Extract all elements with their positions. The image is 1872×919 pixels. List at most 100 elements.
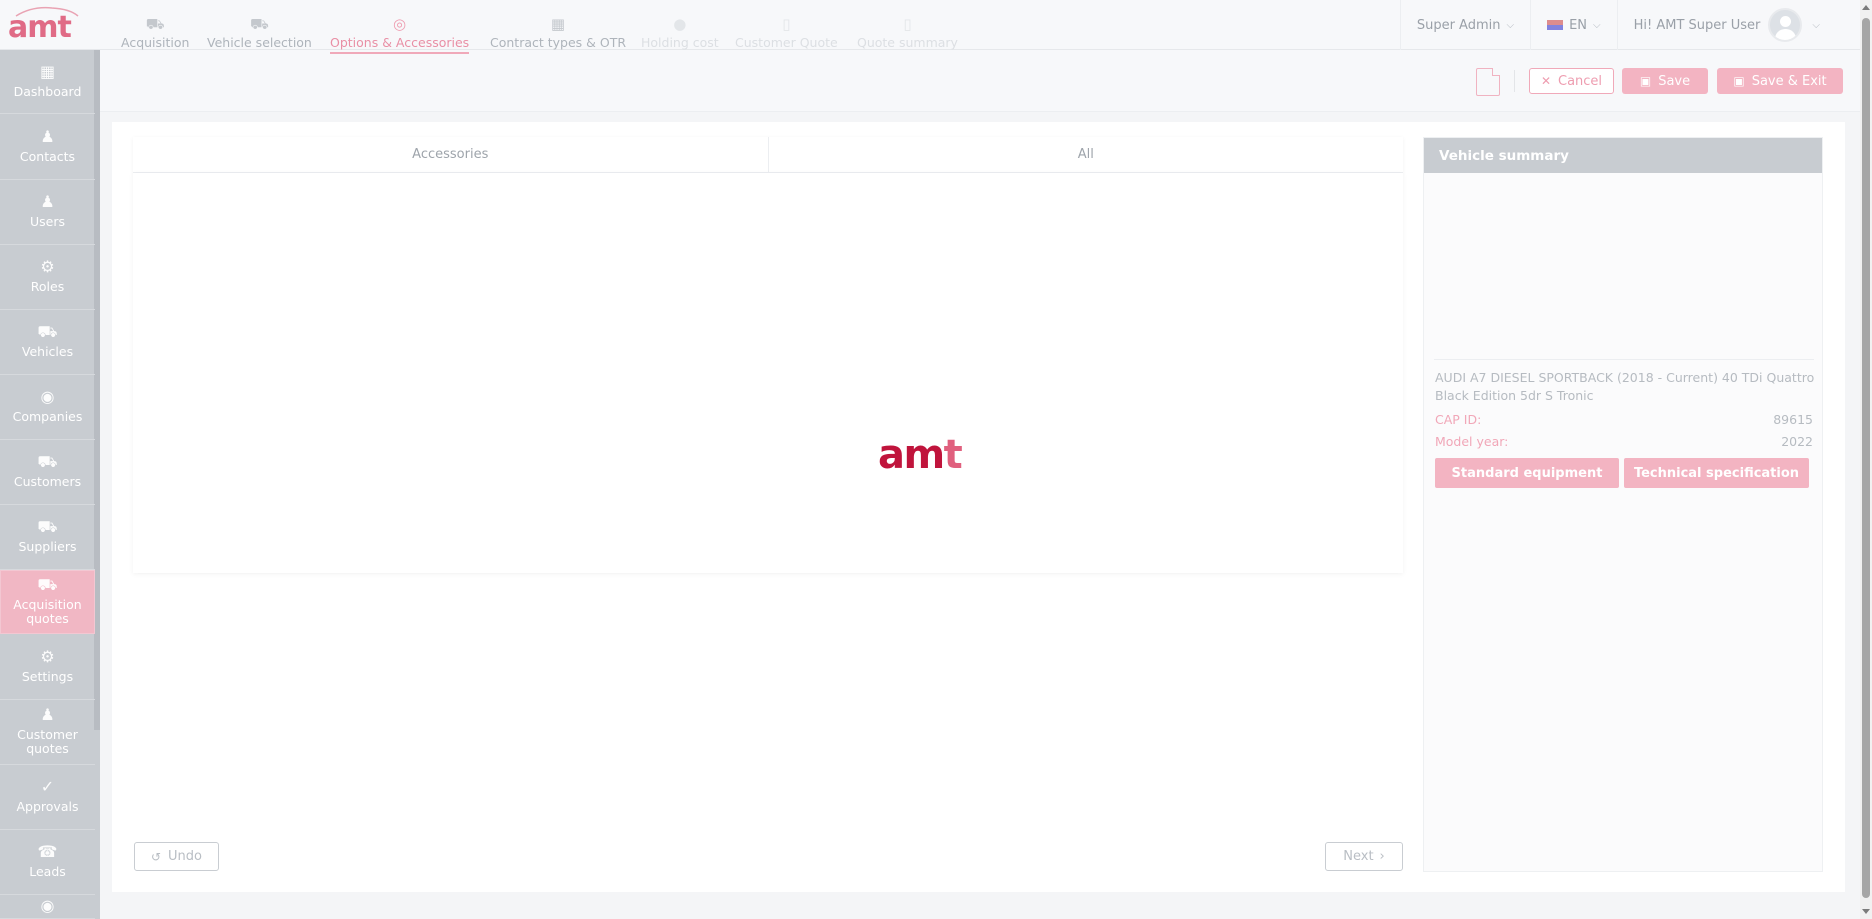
clipboard-icon: ▯ — [903, 15, 912, 33]
sidebar-item-label: Leads — [29, 864, 66, 879]
undo-label: Undo — [168, 849, 203, 864]
divider — [1514, 70, 1515, 92]
avatar — [1768, 8, 1803, 42]
loading-logo-t: t — [943, 432, 963, 478]
step-acquisition[interactable]: ⛟ Acquisition — [121, 15, 189, 50]
save-button[interactable]: ▣ Save — [1622, 68, 1708, 94]
scroll-thumb[interactable] — [1862, 18, 1870, 898]
options-tabs: Accessories All — [133, 137, 1403, 173]
cancel-button[interactable]: ✕ Cancel — [1529, 68, 1614, 94]
vehicle-summary-panel: Vehicle summary AUDI A7 DIESEL SPORTBACK… — [1423, 137, 1823, 872]
sidebar-item-settings[interactable]: ⚙ Settings — [0, 635, 95, 700]
save-label: Save — [1658, 73, 1691, 89]
role-label: Super Admin — [1416, 17, 1501, 33]
car-icon: ⛟ — [249, 15, 269, 33]
technical-specification-button[interactable]: Technical specification — [1624, 458, 1809, 488]
sidebar-item-more[interactable]: ◉ — [0, 895, 95, 919]
save-icon: ▣ — [1733, 74, 1745, 88]
step-label: Options & Accessories — [330, 35, 470, 54]
page-scrollbar[interactable] — [1860, 0, 1872, 919]
car-icon: ⛟ — [145, 15, 165, 33]
tab-accessories[interactable]: Accessories — [133, 137, 768, 172]
sidebar-item-label: Companies — [12, 409, 83, 424]
sidebar-item-label: Roles — [30, 279, 65, 294]
next-label: Next — [1343, 849, 1374, 864]
sidebar-item-dashboard[interactable]: ▦ Dashboard — [0, 50, 95, 114]
step-customer-quote[interactable]: ▯ Customer Quote — [735, 15, 838, 50]
sidebar-item-label: Settings — [21, 669, 74, 684]
role-selector[interactable]: Super Admin ⌵ — [1399, 0, 1530, 50]
logo-text: amt — [8, 10, 72, 45]
coin-icon: ● — [673, 15, 687, 33]
dashboard-icon: ▦ — [39, 61, 56, 81]
document-icon: ▯ — [782, 15, 791, 33]
sidebar-item-users[interactable]: ♟ Users — [0, 180, 95, 245]
step-label: Holding cost — [641, 35, 719, 50]
sidebar-item-label: Suppliers — [18, 539, 77, 554]
sidebar-item-customer-quotes[interactable]: ♟ Customer quotes — [0, 700, 95, 765]
close-icon: ✕ — [1540, 74, 1551, 88]
undo-icon: ↺ — [150, 849, 162, 864]
customers-icon: ⛟ — [37, 452, 58, 471]
sidebar-item-label: Vehicles — [21, 344, 74, 359]
cancel-label: Cancel — [1558, 73, 1603, 89]
step-contract-types[interactable]: ▦ Contract types & OTR — [490, 15, 626, 50]
suppliers-icon: ⛟ — [37, 517, 58, 536]
sidebar-item-customers[interactable]: ⛟ Customers — [0, 440, 95, 505]
sidebar-item-label: Customers — [13, 474, 82, 489]
step-label: Vehicle selection — [207, 35, 312, 50]
loading-logo: amt — [878, 432, 963, 478]
leads-icon: ☎ — [37, 842, 58, 861]
step-label: Quote summary — [857, 35, 958, 50]
uk-flag-icon — [1547, 20, 1564, 30]
vehicle-image — [1434, 180, 1814, 360]
save-exit-button[interactable]: ▣ Save & Exit — [1717, 68, 1843, 94]
step-label: Acquisition — [121, 35, 190, 50]
step-label: Customer Quote — [735, 35, 838, 50]
cap-id-label: CAP ID: — [1435, 412, 1482, 427]
sidebar-item-label: Customer quotes — [17, 727, 78, 756]
sidebar-item-approvals[interactable]: ✓ Approvals — [0, 765, 95, 830]
app-logo[interactable]: amt — [8, 6, 86, 45]
sidebar-item-label: Acquisition quotes — [13, 597, 82, 626]
wheel-icon: ◎ — [393, 15, 407, 33]
language-selector[interactable]: EN ⌵ — [1530, 0, 1617, 50]
sidebar-item-roles[interactable]: ⚙ Roles — [0, 245, 95, 310]
step-label: Contract types & OTR — [490, 35, 627, 50]
more-icon: ◉ — [40, 896, 55, 915]
scroll-down-arrow-icon[interactable] — [1862, 909, 1870, 914]
chevron-down-icon: ⌵ — [1506, 19, 1515, 31]
vehicle-summary-title: Vehicle summary — [1424, 138, 1822, 173]
language-label: EN — [1569, 17, 1588, 33]
companies-icon: ◉ — [40, 387, 55, 406]
sidebar-item-label: Approvals — [16, 799, 79, 814]
sidebar-item-companies[interactable]: ◉ Companies — [0, 375, 95, 440]
approvals-icon: ✓ — [40, 777, 55, 796]
car-icon: ⛟ — [37, 322, 58, 341]
sidebar-item-label: Users — [29, 214, 65, 229]
chevron-right-icon: › — [1379, 849, 1385, 864]
document-icon[interactable] — [1476, 68, 1500, 96]
contacts-icon: ♟ — [40, 127, 55, 146]
vehicle-name: AUDI A7 DIESEL SPORTBACK (2018 - Current… — [1435, 370, 1815, 403]
sidebar-item-suppliers[interactable]: ⛟ Suppliers — [0, 505, 95, 570]
sidebar-item-label: Contacts — [19, 149, 76, 164]
options-content — [133, 173, 1403, 573]
step-holding-cost[interactable]: ● Holding cost — [641, 15, 719, 50]
scroll-up-arrow-icon[interactable] — [1862, 5, 1870, 10]
undo-button[interactable]: ↺ Undo — [134, 842, 219, 871]
roles-icon: ⚙ — [40, 257, 55, 276]
step-vehicle-selection[interactable]: ⛟ Vehicle selection — [207, 15, 312, 50]
user-menu[interactable]: Hi! AMT Super User ⌵ — [1616, 0, 1860, 50]
tab-all[interactable]: All — [767, 137, 1404, 172]
model-year-value: 2022 — [1781, 434, 1813, 449]
step-options-accessories[interactable]: ◎ Options & Accessories — [330, 15, 470, 54]
sidebar-item-leads[interactable]: ☎ Leads — [0, 830, 95, 895]
standard-equipment-button[interactable]: Standard equipment — [1435, 458, 1619, 488]
sidebar-item-label: Dashboard — [13, 83, 82, 99]
step-quote-summary[interactable]: ▯ Quote summary — [857, 15, 958, 50]
next-button[interactable]: Next › — [1325, 842, 1403, 871]
sidebar-item-vehicles[interactable]: ⛟ Vehicles — [0, 310, 95, 375]
sidebar-item-acquisition-quotes[interactable]: ⛟ Acquisition quotes — [0, 570, 95, 634]
sidebar-item-contacts[interactable]: ♟ Contacts — [0, 115, 95, 180]
